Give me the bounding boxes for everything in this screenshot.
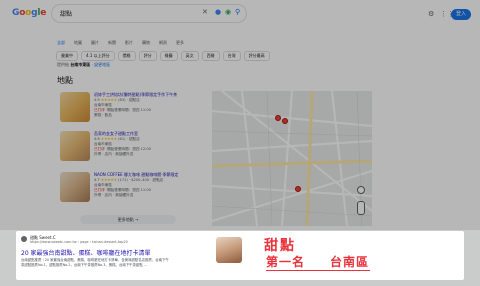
overlay-subtitle-area: 台南區	[330, 255, 370, 269]
overlay-underline	[266, 270, 370, 271]
result-thumbnail[interactable]	[216, 237, 242, 263]
site-favicon-icon	[21, 236, 27, 242]
result-title-link[interactable]: 20 家最強台南甜點、蛋糕、咖啡廳在地打卡清單	[21, 248, 151, 257]
result-url[interactable]: https://www.sweetc.com.tw › page › taina…	[30, 240, 128, 244]
result-snippet: 台南甜點推薦｜20 家最強台南甜點、蛋糕、咖啡廳在地打卡清單，含美味甜點名店推薦…	[21, 258, 169, 267]
web-result-card[interactable]: 甜點 Sweet.C https://www.sweetc.com.tw › p…	[16, 231, 464, 280]
overlay-subtitle-rank: 第一名	[266, 255, 306, 269]
overlay-title: 甜點	[264, 238, 296, 254]
